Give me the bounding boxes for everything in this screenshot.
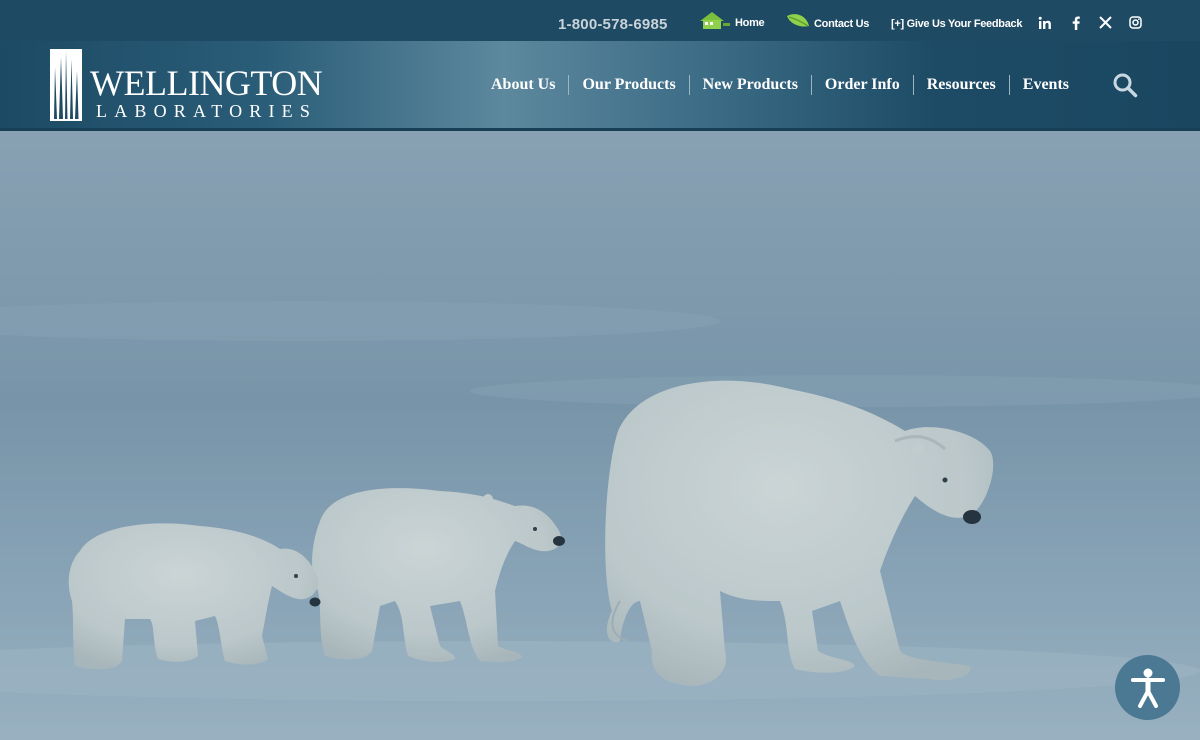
nav-our-products[interactable]: Our Products [568,75,688,95]
facebook-icon[interactable] [1071,16,1081,33]
accessibility-icon[interactable] [1115,655,1180,720]
leaf-icon [787,14,809,27]
instagram-icon[interactable] [1129,16,1142,32]
x-icon[interactable] [1099,16,1112,32]
brand-subtitle: LABORATORIES [96,101,318,121]
linkedin-icon[interactable] [1038,16,1052,33]
nav-order-info[interactable]: Order Info [810,75,913,95]
home-label: Home [735,17,765,29]
wellington-logo[interactable]: WELLINGTON LABORATORIES [50,49,350,121]
nav-about-us[interactable]: About Us [478,75,568,95]
contact-link[interactable]: Contact Us [786,12,869,30]
brand-name: WELLINGTON [90,63,323,103]
house-icon [700,12,730,29]
home-link[interactable]: Home [699,11,765,29]
phone-number[interactable]: 1-800-578-6985 [558,16,668,33]
nav-resources[interactable]: Resources [912,75,1009,95]
nav-events[interactable]: Events [1008,75,1082,95]
logo-mark [50,49,82,121]
feedback-label: [+] Give Us Your Feedback [891,18,1023,30]
hero-polar-bears-image [0,131,1200,740]
feedback-link[interactable]: [+] Give Us Your Feedback [891,18,1022,30]
nav-new-products[interactable]: New Products [688,75,811,95]
top-utility-bar: 1-800-578-6985 Home Contact Us [+] Give … [0,0,1200,41]
search-icon[interactable] [1112,72,1138,98]
contact-label: Contact Us [814,18,870,30]
main-nav: About Us Our Products New Products Order… [478,73,1082,97]
